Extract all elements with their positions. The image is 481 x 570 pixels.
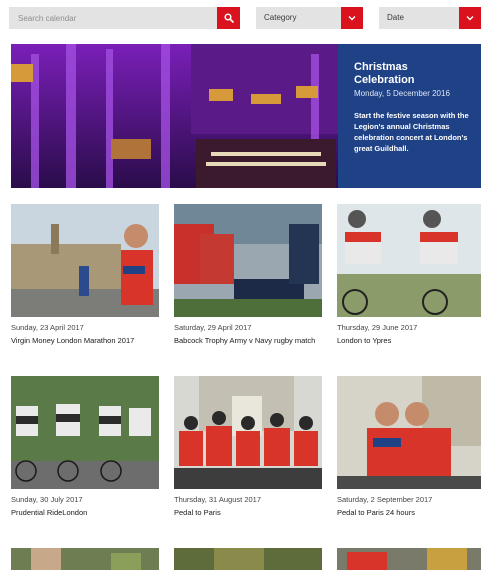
event-card[interactable] (337, 548, 481, 570)
date-select-label: Date (387, 13, 404, 22)
featured-event-image[interactable] (11, 44, 338, 188)
featured-event-title[interactable]: Christmas Celebration (354, 61, 471, 87)
chevron-down-icon (466, 16, 474, 21)
event-image[interactable] (11, 548, 159, 570)
event-image[interactable] (174, 548, 322, 570)
event-card[interactable]: Sunday, 30 July 2017 Prudential RideLond… (11, 376, 159, 518)
chevron-down-icon (348, 16, 356, 21)
event-date: Saturday, 29 April 2017 (174, 323, 252, 332)
category-select[interactable]: Category (256, 7, 363, 29)
event-image[interactable] (337, 548, 481, 570)
event-title[interactable]: Virgin Money London Marathon 2017 (11, 335, 159, 346)
category-dropdown-button[interactable] (341, 7, 363, 29)
featured-event-date: Monday, 5 December 2016 (354, 89, 450, 98)
event-date: Sunday, 23 April 2017 (11, 323, 84, 332)
event-date: Thursday, 29 June 2017 (337, 323, 418, 332)
event-card[interactable] (11, 548, 159, 570)
event-card[interactable]: Thursday, 29 June 2017 London to Ypres (337, 204, 481, 346)
event-card[interactable] (174, 548, 322, 570)
search-input[interactable] (9, 7, 217, 29)
search-button[interactable] (217, 7, 240, 29)
event-card[interactable]: Saturday, 29 April 2017 Babcock Trophy A… (174, 204, 322, 346)
event-date: Thursday, 31 August 2017 (174, 495, 262, 504)
event-image[interactable] (11, 376, 159, 489)
event-card[interactable]: Thursday, 31 August 2017 Pedal to Paris (174, 376, 322, 518)
featured-event-description: Start the festive season with the Legion… (354, 111, 469, 153)
event-title[interactable]: Prudential RideLondon (11, 507, 159, 518)
search-icon (223, 13, 234, 23)
filter-bar: Category Date (9, 7, 481, 29)
event-card[interactable]: Sunday, 23 April 2017 Virgin Money Londo… (11, 204, 159, 346)
event-title[interactable]: London to Ypres (337, 335, 481, 346)
event-title[interactable]: Pedal to Paris 24 hours (337, 507, 481, 518)
search-box (9, 7, 240, 29)
date-dropdown-button[interactable] (459, 7, 481, 29)
event-title[interactable]: Babcock Trophy Army v Navy rugby match (174, 335, 322, 346)
featured-event[interactable]: Christmas Celebration Monday, 5 December… (11, 44, 481, 188)
category-select-label: Category (264, 13, 297, 22)
event-card[interactable]: Saturday, 2 September 2017 Pedal to Pari… (337, 376, 481, 518)
featured-event-panel: Christmas Celebration Monday, 5 December… (338, 44, 481, 188)
event-image[interactable] (337, 376, 481, 489)
event-image[interactable] (174, 376, 322, 489)
date-select[interactable]: Date (379, 7, 481, 29)
event-image[interactable] (337, 204, 481, 317)
event-image[interactable] (11, 204, 159, 317)
event-date: Sunday, 30 July 2017 (11, 495, 83, 504)
event-date: Saturday, 2 September 2017 (337, 495, 433, 504)
event-title[interactable]: Pedal to Paris (174, 507, 322, 518)
event-image[interactable] (174, 204, 322, 317)
